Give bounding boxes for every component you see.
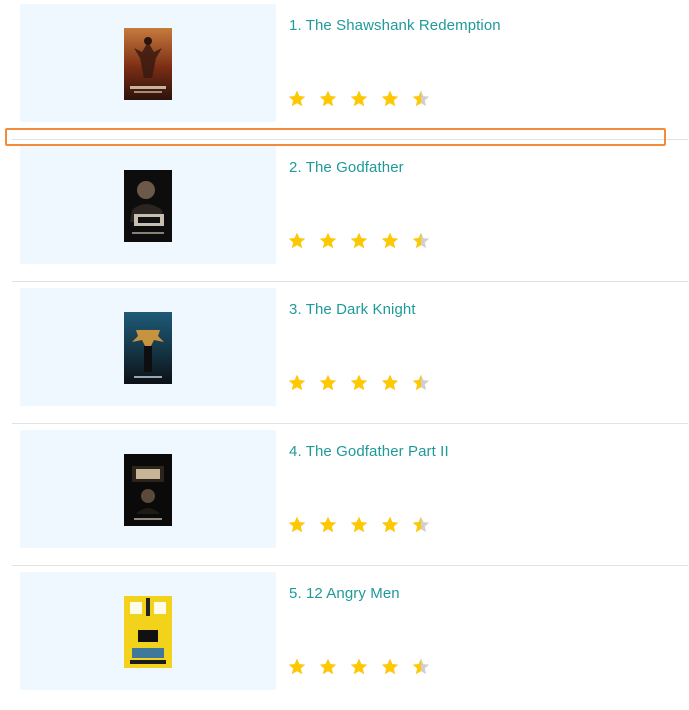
star-filled-icon — [319, 516, 337, 533]
movie-title[interactable]: 5. 12 Angry Men — [289, 585, 400, 602]
poster-container — [20, 4, 276, 122]
dark-knight-poster-icon[interactable] — [124, 312, 172, 384]
star-filled-icon — [381, 516, 399, 533]
star-filled-icon — [319, 658, 337, 675]
star-filled-icon — [288, 658, 306, 675]
star-filled-icon — [288, 516, 306, 533]
movie-row[interactable]: 5. 12 Angry Men — [0, 568, 689, 710]
poster-container — [20, 146, 276, 264]
movie-title[interactable]: 2. The Godfather — [289, 159, 404, 176]
star-filled-icon — [350, 658, 368, 675]
godfather-part-ii-poster-icon[interactable] — [124, 454, 172, 526]
poster-container — [20, 288, 276, 406]
star-filled-icon — [381, 658, 399, 675]
row-divider — [12, 281, 688, 282]
movie-title[interactable]: 3. The Dark Knight — [289, 301, 416, 318]
poster-container — [20, 430, 276, 548]
star-filled-icon — [319, 232, 337, 249]
row-divider — [12, 423, 688, 424]
star-filled-icon — [350, 374, 368, 391]
star-filled-icon — [350, 90, 368, 107]
star-half-icon — [412, 232, 430, 249]
star-filled-icon — [288, 90, 306, 107]
star-half-icon — [412, 658, 430, 675]
star-filled-icon — [288, 232, 306, 249]
star-filled-icon — [381, 90, 399, 107]
star-half-icon — [412, 374, 430, 391]
star-filled-icon — [381, 232, 399, 249]
star-filled-icon — [381, 374, 399, 391]
star-filled-icon — [319, 374, 337, 391]
godfather-poster-icon[interactable] — [124, 170, 172, 242]
star-filled-icon — [288, 374, 306, 391]
star-filled-icon — [350, 232, 368, 249]
movie-row[interactable]: 1. The Shawshank Redemption — [0, 0, 689, 142]
shawshank-poster-icon[interactable] — [124, 28, 172, 100]
star-filled-icon — [319, 90, 337, 107]
movie-title[interactable]: 4. The Godfather Part II — [289, 443, 449, 460]
movie-row[interactable]: 4. The Godfather Part II — [0, 426, 689, 568]
movie-row[interactable]: 2. The Godfather — [0, 142, 689, 284]
star-filled-icon — [350, 516, 368, 533]
movie-row[interactable]: 3. The Dark Knight — [0, 284, 689, 426]
poster-container — [20, 572, 276, 690]
12-angry-men-poster-icon[interactable] — [124, 596, 172, 668]
movie-title[interactable]: 1. The Shawshank Redemption — [289, 17, 501, 34]
star-half-icon — [412, 90, 430, 107]
star-half-icon — [412, 516, 430, 533]
drop-indicator — [5, 128, 666, 146]
row-divider — [12, 565, 688, 566]
